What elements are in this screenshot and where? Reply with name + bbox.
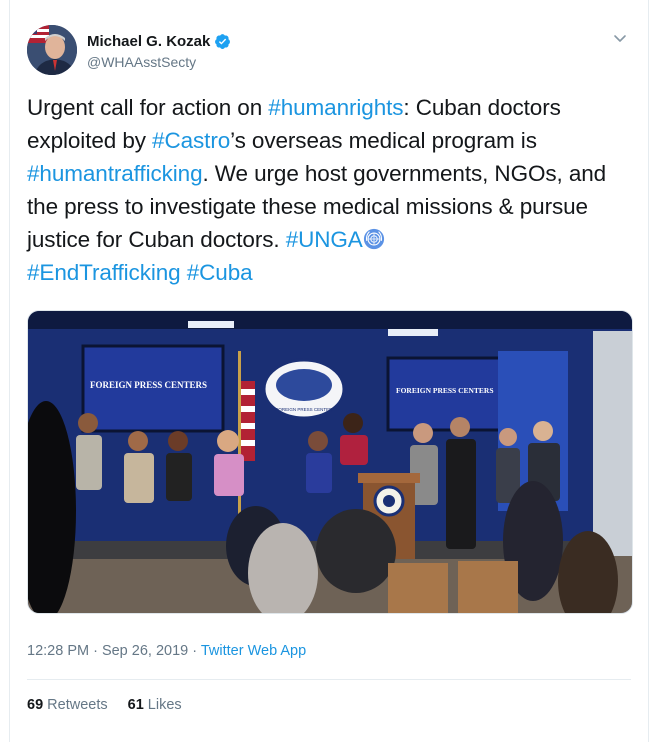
- tweet-time[interactable]: 12:28 PM · Sep 26, 2019 ·: [27, 643, 201, 659]
- author-handle[interactable]: @WHAAsstSecty: [87, 54, 196, 70]
- tweet-photo[interactable]: FOREIGN PRESS CENTERS FOREIGN PRESS CENT…: [27, 310, 633, 614]
- tweet-stats: 69 Retweets 61 Likes: [27, 697, 182, 713]
- chevron-down-icon[interactable]: [612, 30, 628, 46]
- retweets-label: Retweets: [47, 697, 108, 713]
- author-name[interactable]: Michael G. Kozak: [87, 33, 210, 50]
- right-screen-text: FOREIGN PRESS CENTERS: [396, 386, 494, 395]
- tweet-text-segment: ’s overseas medical program is: [230, 128, 537, 153]
- divider: [27, 679, 631, 680]
- likes-stat[interactable]: 61 Likes: [128, 697, 182, 713]
- likes-count: 61: [127, 697, 144, 713]
- press-conference-photo: FOREIGN PRESS CENTERS FOREIGN PRESS CENT…: [28, 311, 632, 613]
- hashtag-link[interactable]: #humantrafficking: [27, 161, 203, 186]
- author-name-row[interactable]: Michael G. Kozak: [87, 33, 231, 50]
- tweet-text: Urgent call for action on #humanrights: …: [27, 91, 632, 289]
- hashtag-link[interactable]: #Cuba: [187, 260, 253, 285]
- hashtag-link[interactable]: #humanrights: [268, 95, 403, 120]
- source-app-link[interactable]: Twitter Web App: [201, 643, 306, 659]
- likes-label: Likes: [147, 697, 182, 713]
- hashtag-link[interactable]: #UNGA: [286, 227, 363, 252]
- seal-text: FOREIGN PRESS CENTER: [276, 407, 334, 412]
- tweet-timestamp: 12:28 PM · Sep 26, 2019 · Twitter Web Ap…: [27, 643, 306, 659]
- verified-badge-icon: [215, 34, 231, 49]
- left-screen-text: FOREIGN PRESS CENTERS: [90, 380, 207, 390]
- retweets-count: 69: [27, 697, 44, 713]
- hashtag-link[interactable]: #Castro: [152, 128, 230, 153]
- avatar[interactable]: [27, 25, 77, 75]
- hashtag-link[interactable]: #EndTrafficking: [27, 260, 181, 285]
- united-nations-emblem-icon: [363, 228, 384, 250]
- retweets-stat[interactable]: 69 Retweets: [27, 697, 108, 713]
- tweet-text-segment: Urgent call for action on: [27, 95, 269, 120]
